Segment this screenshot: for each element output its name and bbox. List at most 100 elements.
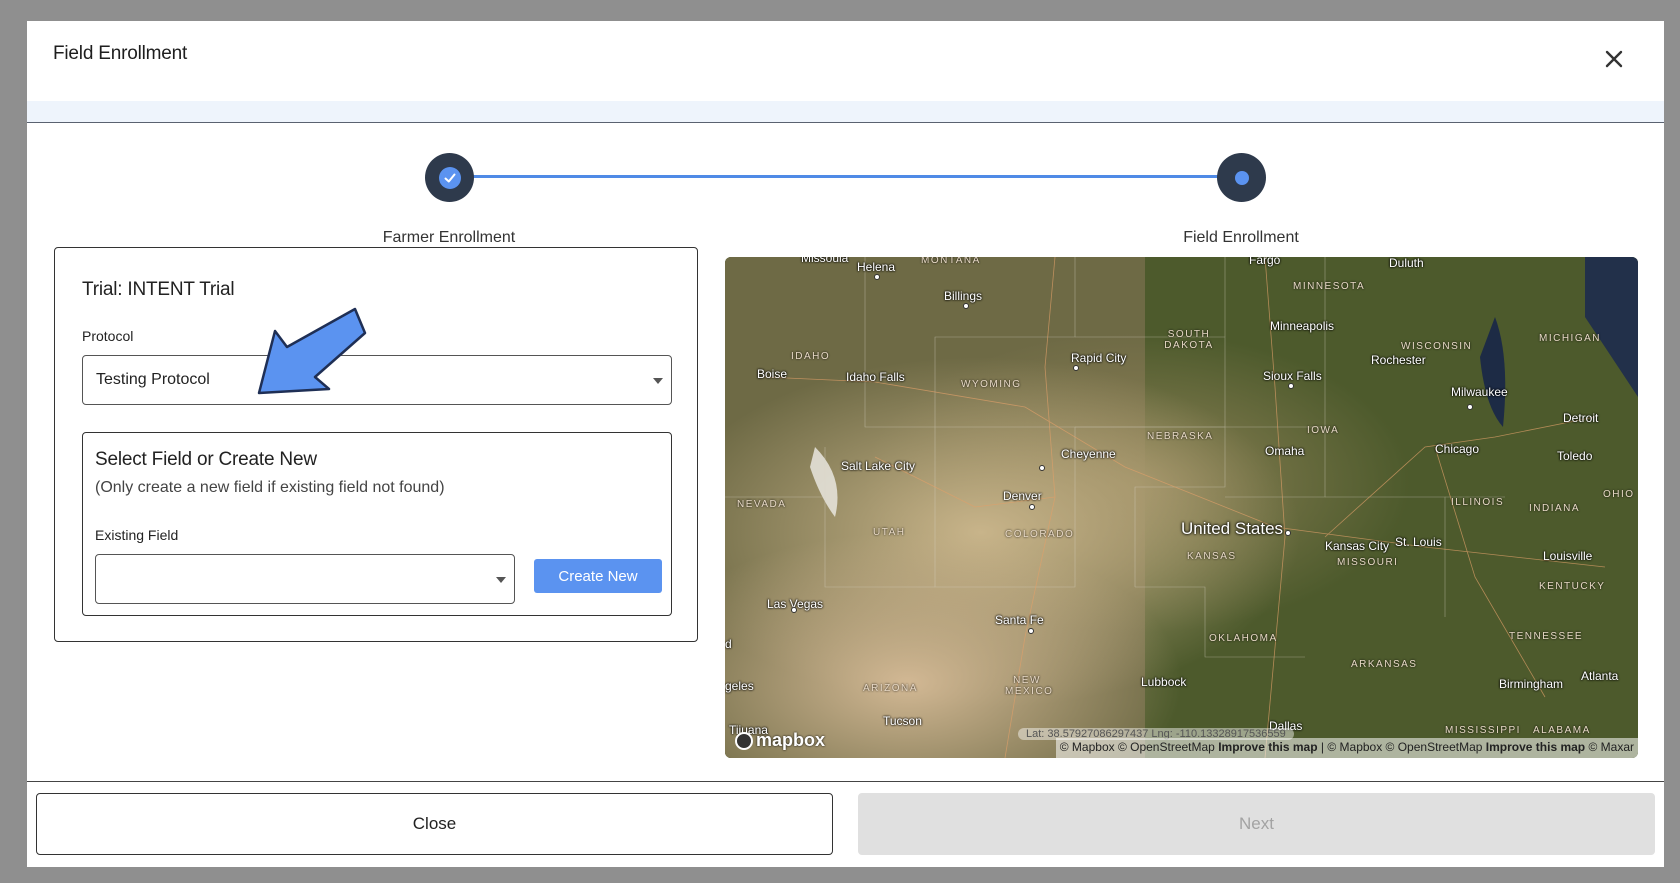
trial-title: Trial: INTENT Trial bbox=[82, 279, 235, 300]
map-attribution: © Mapbox © OpenStreetMap Improve this ma… bbox=[1055, 738, 1638, 758]
map-city-label: Kansas City bbox=[1325, 539, 1390, 553]
map-state-label: NEBRASKA bbox=[1147, 431, 1214, 442]
enrollment-stepper: Farmer Enrollment Field Enrollment bbox=[27, 151, 1664, 246]
protocol-label: Protocol bbox=[82, 328, 134, 344]
map-state-label: OHIO bbox=[1603, 489, 1635, 500]
existing-field-label: Existing Field bbox=[95, 527, 179, 543]
map-city-marker bbox=[1288, 383, 1294, 389]
map-country-label: United States bbox=[1181, 519, 1284, 538]
map-city-label: Rapid City bbox=[1071, 351, 1127, 365]
map-city-marker bbox=[1039, 465, 1045, 471]
close-icon[interactable] bbox=[1602, 47, 1626, 71]
map-label-fragment: d bbox=[725, 637, 732, 651]
attribution-text: © Mapbox © OpenStreetMap bbox=[1059, 740, 1215, 754]
map-state-label: IOWA bbox=[1307, 425, 1340, 436]
map-city-marker bbox=[791, 607, 797, 613]
footer-divider bbox=[27, 781, 1664, 782]
step-field-enrollment bbox=[1217, 153, 1266, 202]
map-state-label: ILLINOIS bbox=[1451, 497, 1505, 508]
map-city-marker bbox=[1028, 628, 1034, 634]
map-city-label: Louisville bbox=[1543, 549, 1593, 563]
map-city-label: Sioux Falls bbox=[1263, 369, 1322, 383]
mapbox-logo-text: mapbox bbox=[756, 730, 826, 750]
map-city-label: Minneapolis bbox=[1270, 319, 1335, 333]
map-city-marker bbox=[1285, 530, 1291, 536]
protocol-select-value: Testing Protocol bbox=[96, 371, 210, 388]
map-state-label: KENTUCKY bbox=[1539, 581, 1606, 592]
map-city-label: Tucson bbox=[883, 714, 922, 728]
map-city-marker bbox=[1073, 365, 1079, 371]
map-city-label: Boise bbox=[757, 367, 788, 381]
map-state-label: UTAH bbox=[873, 527, 906, 538]
existing-field-select[interactable] bbox=[95, 554, 515, 604]
map-state-label: ARKANSAS bbox=[1351, 659, 1418, 670]
map-city-label: Salt Lake City bbox=[841, 459, 916, 473]
map-state-label: SOUTH DAKOTA bbox=[1164, 329, 1214, 351]
map-city-label: Santa Fe bbox=[995, 613, 1044, 627]
chevron-down-icon bbox=[653, 378, 663, 384]
mapbox-logo-icon bbox=[735, 731, 753, 750]
create-new-button[interactable]: Create New bbox=[534, 559, 662, 593]
map-city-marker bbox=[1467, 404, 1473, 410]
map-state-label: MICHIGAN bbox=[1539, 333, 1601, 344]
map-state-label: WISCONSIN bbox=[1401, 341, 1473, 352]
map-state-label: ARIZONA bbox=[863, 683, 918, 694]
map-city-label: Rochester bbox=[1371, 353, 1426, 367]
field-enrollment-modal: Field Enrollment Farmer Enrollment Field… bbox=[27, 21, 1664, 867]
map-state-label: ALABAMA bbox=[1533, 725, 1591, 736]
map-state-label: KANSAS bbox=[1187, 551, 1237, 562]
map-city-label: Lubbock bbox=[1141, 675, 1187, 689]
field-map[interactable]: Missoula Helena Fargo Duluth Billings Mi… bbox=[725, 257, 1638, 758]
attribution-text: | © Mapbox © OpenStreetMap bbox=[1320, 740, 1483, 754]
map-state-label: INDIANA bbox=[1529, 503, 1581, 514]
map-state-label: NEW MEXICO bbox=[1005, 675, 1054, 697]
map-city-label: St. Louis bbox=[1395, 535, 1442, 549]
field-select-card: Select Field or Create New (Only create … bbox=[82, 432, 672, 616]
map-city-label: Fargo bbox=[1249, 257, 1281, 267]
improve-map-link[interactable]: Improve this map bbox=[1218, 740, 1317, 754]
map-state-label: WYOMING bbox=[961, 379, 1022, 390]
map-city-label: Milwaukee bbox=[1451, 385, 1508, 399]
map-label-fragment: geles bbox=[725, 679, 754, 693]
step-label-field-enrollment: Field Enrollment bbox=[1183, 229, 1299, 246]
map-state-label: OKLAHOMA bbox=[1209, 633, 1278, 644]
map-city-marker bbox=[1029, 504, 1035, 510]
map-city-label: Helena bbox=[857, 260, 896, 274]
map-city-label: Cheyenne bbox=[1061, 447, 1116, 461]
protocol-select[interactable]: Testing Protocol bbox=[82, 355, 672, 405]
pointer-arrow-icon bbox=[257, 307, 367, 395]
map-city-label: Missoula bbox=[801, 257, 849, 265]
attribution-text: © Maxar bbox=[1588, 740, 1634, 754]
chevron-down-icon bbox=[496, 577, 506, 583]
map-city-label: Toledo bbox=[1557, 449, 1593, 463]
next-button[interactable]: Next bbox=[858, 793, 1655, 855]
field-section-subtitle: (Only create a new field if existing fie… bbox=[95, 479, 445, 496]
map-state-label: MISSOURI bbox=[1337, 557, 1399, 568]
map-state-label: TENNESSEE bbox=[1509, 631, 1584, 642]
map-city-label: Detroit bbox=[1563, 411, 1599, 425]
stepper-connector bbox=[449, 175, 1241, 178]
map-state-label: NEVADA bbox=[737, 499, 787, 510]
dot-icon bbox=[1234, 170, 1249, 185]
enrollment-form-card: Trial: INTENT Trial Protocol Testing Pro… bbox=[54, 247, 698, 642]
map-city-label: Atlanta bbox=[1581, 669, 1619, 683]
improve-map-link[interactable]: Improve this map bbox=[1486, 740, 1585, 754]
close-button[interactable]: Close bbox=[36, 793, 833, 855]
mapbox-logo[interactable]: mapbox bbox=[735, 730, 825, 751]
step-farmer-enrollment bbox=[425, 153, 474, 202]
map-state-label: IDAHO bbox=[791, 351, 831, 362]
map-state-label: COLORADO bbox=[1005, 529, 1075, 540]
map-city-label: Denver bbox=[1003, 489, 1042, 503]
modal-title: Field Enrollment bbox=[53, 43, 188, 64]
map-city-marker bbox=[874, 274, 880, 280]
map-state-label: MISSISSIPPI bbox=[1445, 725, 1521, 736]
map-city-label: Idaho Falls bbox=[846, 370, 905, 384]
check-icon bbox=[438, 166, 461, 189]
header-divider-band bbox=[27, 101, 1664, 123]
map-city-label: Birmingham bbox=[1499, 677, 1564, 691]
map-state-label: MONTANA bbox=[921, 257, 981, 266]
step-label-farmer-enrollment: Farmer Enrollment bbox=[382, 229, 516, 246]
map-city-label: Duluth bbox=[1389, 257, 1424, 270]
map-city-label: Omaha bbox=[1265, 444, 1305, 458]
map-state-label: MINNESOTA bbox=[1293, 281, 1366, 292]
